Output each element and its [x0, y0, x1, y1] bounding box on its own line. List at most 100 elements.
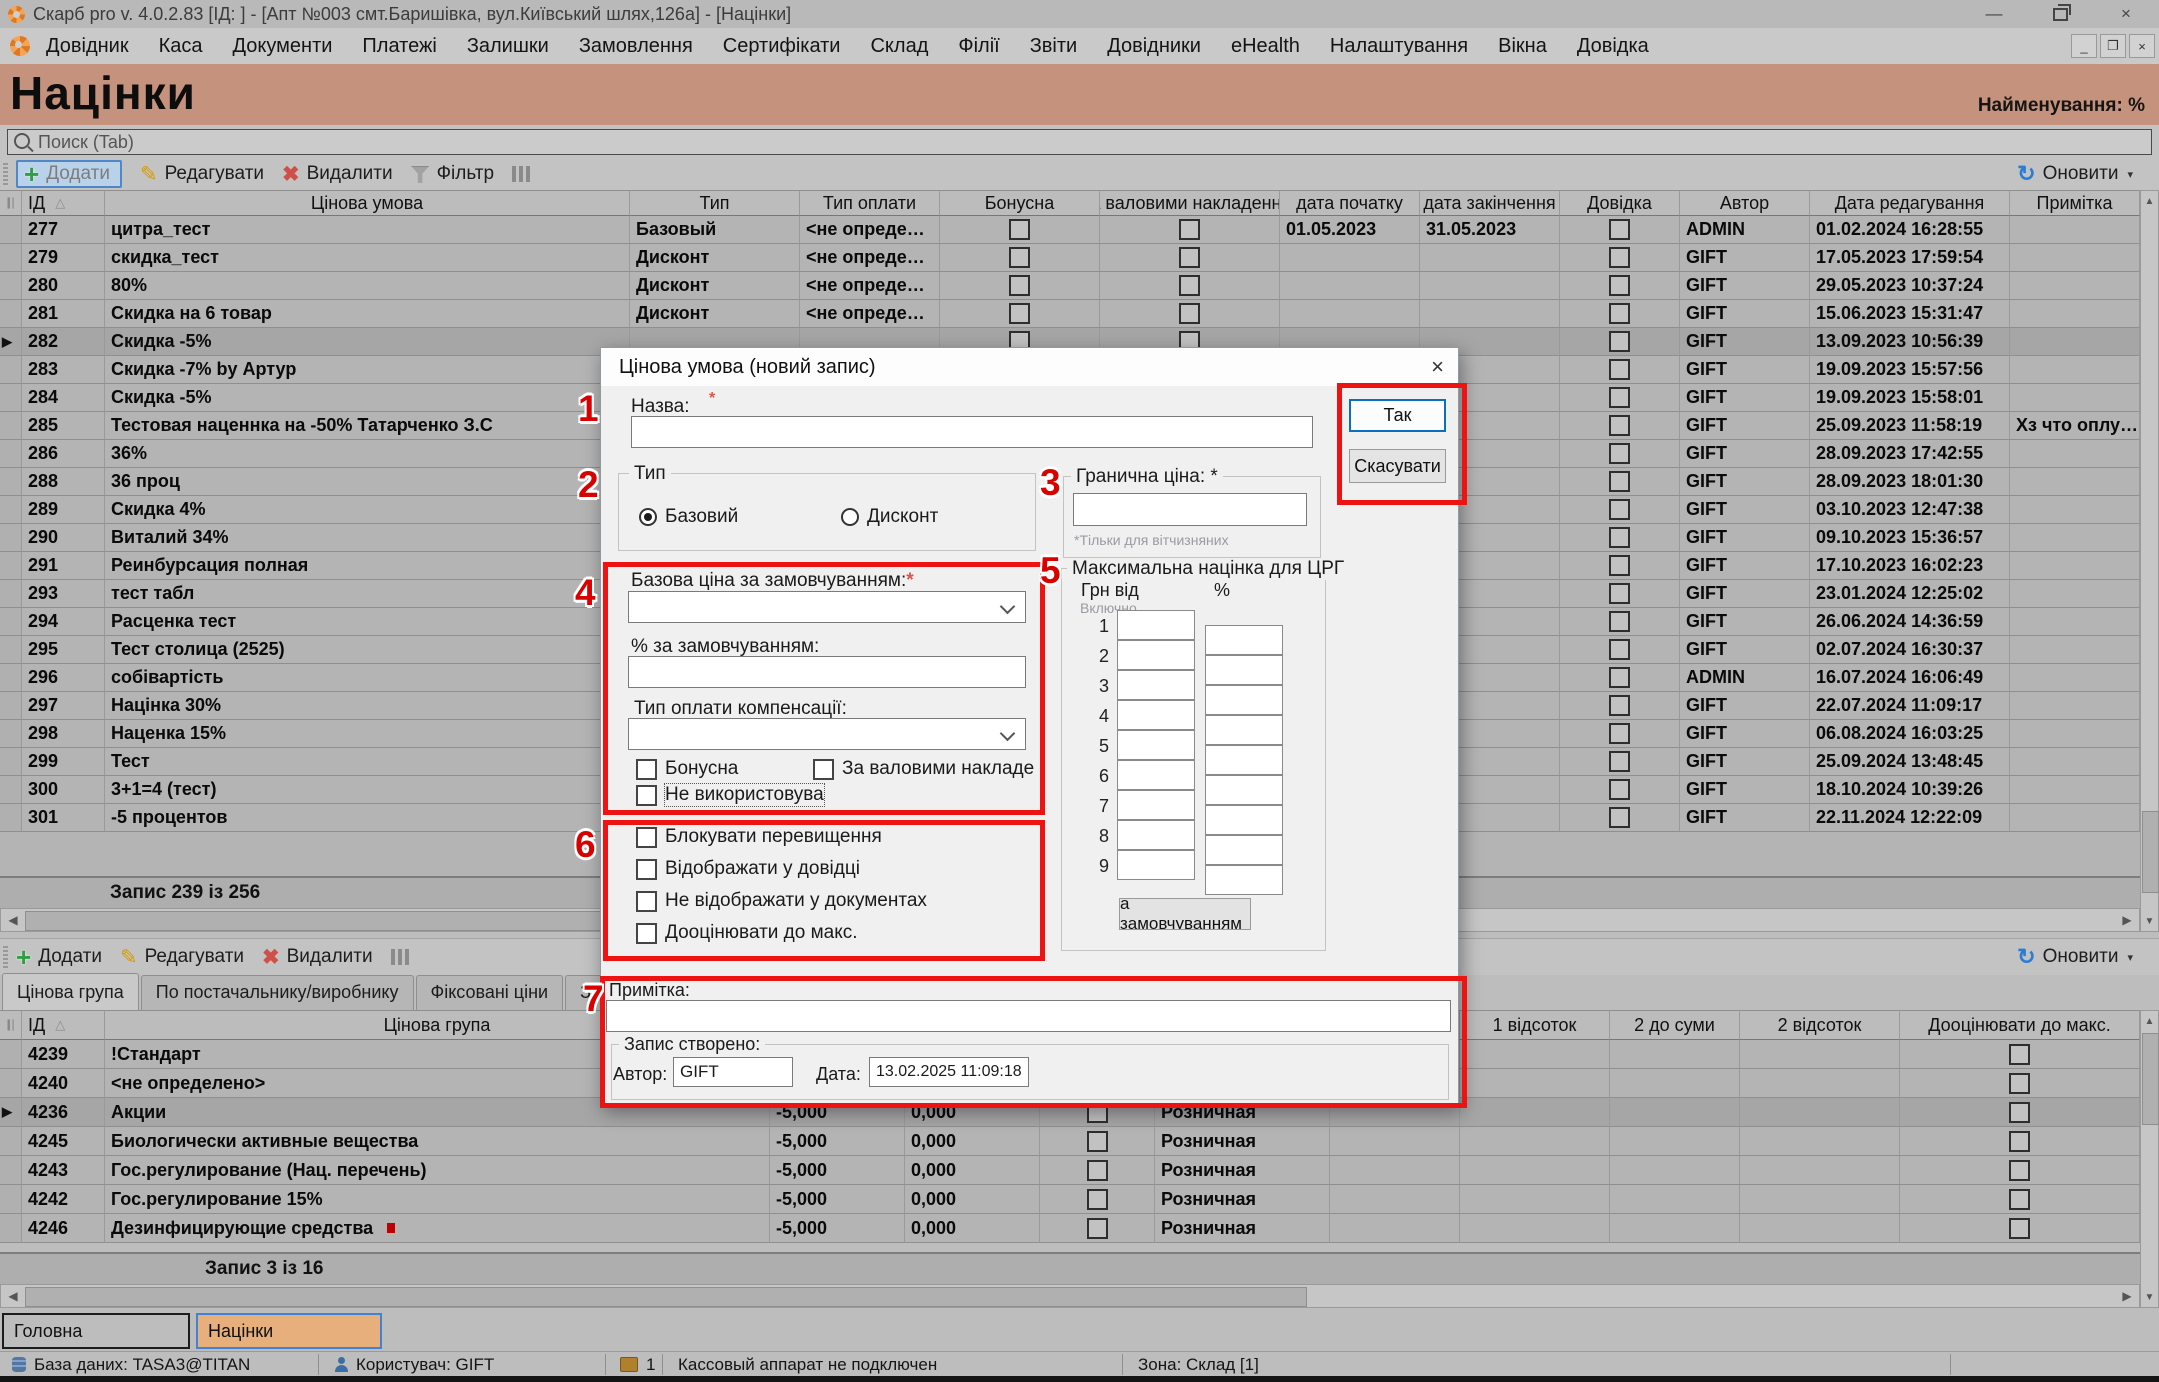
radio-base[interactable]: Базовий	[639, 506, 738, 528]
crg-percent-input[interactable]	[1205, 715, 1283, 745]
radio-discount[interactable]: Дисконт	[841, 506, 938, 528]
checkbox-icon[interactable]	[1609, 807, 1630, 828]
crg-percent-input[interactable]	[1205, 865, 1283, 895]
table-row[interactable]: 281Скидка на 6 товарДисконт<не опреде…GI…	[0, 300, 2140, 328]
column-header[interactable]: 2 відсоток	[1740, 1010, 1900, 1040]
table-row[interactable]: 279скидка_тестДисконт<не опреде…GIFT17.0…	[0, 244, 2140, 272]
menu-item-Довідник[interactable]: Довідник	[46, 35, 129, 58]
scroll-up-icon[interactable]: ▲	[2141, 1012, 2158, 1030]
menu-item-Залишки[interactable]: Залишки	[467, 35, 549, 58]
crg-uah-input[interactable]	[1117, 730, 1195, 760]
crg-percent-input[interactable]	[1205, 655, 1283, 685]
close-button[interactable]: ×	[2093, 0, 2159, 28]
checkbox-icon[interactable]	[1179, 247, 1200, 268]
search-input[interactable]: Поиск (Tab)	[7, 129, 2152, 155]
edit-button[interactable]: ✎ Редагувати	[140, 162, 264, 187]
menu-item-Замовлення[interactable]: Замовлення	[579, 35, 693, 58]
restore-button[interactable]	[2027, 0, 2093, 28]
column-header[interactable]: дата закінчення	[1420, 190, 1560, 216]
checkbox-icon[interactable]	[1609, 611, 1630, 632]
crg-uah-input[interactable]	[1117, 850, 1195, 880]
table-row[interactable]: 4245Биологически активные вещества-5,000…	[0, 1127, 2140, 1156]
lower-tab-2[interactable]: По постачальнику/виробнику	[141, 975, 414, 1010]
checkbox-icon[interactable]	[1009, 247, 1030, 268]
base-price-combo[interactable]	[628, 591, 1026, 623]
crg-percent-input[interactable]	[1205, 805, 1283, 835]
checkbox-icon[interactable]	[1609, 359, 1630, 380]
scroll-left-icon[interactable]: ◀	[3, 911, 23, 929]
menu-item-Довідка[interactable]: Довідка	[1577, 35, 1649, 58]
checkbox-icon[interactable]	[1009, 303, 1030, 324]
checkbox-icon[interactable]	[1609, 583, 1630, 604]
crg-percent-input[interactable]	[1205, 685, 1283, 715]
checkbox-icon[interactable]	[1609, 247, 1630, 268]
table-row[interactable]: 4243Гос.регулирование (Нац. перечень)-5,…	[0, 1156, 2140, 1185]
column-header[interactable]: Автор	[1680, 190, 1810, 216]
lower-edit-button[interactable]: ✎ Редагувати	[120, 945, 244, 970]
lower-refresh-button[interactable]: ↻ Оновити ▾	[2017, 946, 2133, 968]
table-row[interactable]: 4242Гос.регулирование 15%-5,0000,000Розн…	[0, 1185, 2140, 1214]
name-input[interactable]	[631, 416, 1313, 448]
column-header[interactable]: Дата редагування	[1810, 190, 2010, 216]
limit-input[interactable]	[1073, 493, 1307, 526]
columns-icon[interactable]	[512, 166, 530, 182]
checkbox-icon[interactable]	[1609, 499, 1630, 520]
checkbox-icon[interactable]	[1609, 695, 1630, 716]
columns-icon[interactable]	[391, 949, 409, 965]
menu-item-Вікна[interactable]: Вікна	[1498, 35, 1547, 58]
menu-item-Документи[interactable]: Документи	[233, 35, 333, 58]
crg-percent-input[interactable]	[1205, 775, 1283, 805]
checkbox-icon[interactable]	[2009, 1218, 2030, 1239]
ok-button[interactable]: Так	[1349, 399, 1446, 432]
scroll-up-icon[interactable]: ▲	[2141, 192, 2158, 210]
menu-item-Звіти[interactable]: Звіти	[1030, 35, 1077, 58]
checkbox-icon[interactable]	[1609, 527, 1630, 548]
show-in-reference-checkbox[interactable]: Відображати у довідці	[636, 858, 860, 880]
menu-item-Склад[interactable]: Склад	[870, 35, 928, 58]
add-button[interactable]: + Додати	[16, 160, 122, 188]
column-header[interactable]: Бонусна	[940, 190, 1100, 216]
crg-uah-input[interactable]	[1117, 700, 1195, 730]
scroll-down-icon[interactable]: ▼	[2141, 912, 2158, 930]
checkbox-icon[interactable]	[1609, 387, 1630, 408]
author-input[interactable]: GIFT	[673, 1057, 793, 1087]
lower-add-button[interactable]: + Додати	[16, 946, 102, 968]
checkbox-icon[interactable]	[1009, 275, 1030, 296]
crg-uah-input[interactable]	[1117, 760, 1195, 790]
gross-checkbox[interactable]: За валовими накладенням	[813, 758, 1035, 780]
filter-button[interactable]: Фільтр	[411, 163, 494, 185]
column-header[interactable]: 2 до суми	[1610, 1010, 1740, 1040]
block-exceed-checkbox[interactable]: Блокувати перевищення	[636, 826, 882, 848]
checkbox-icon[interactable]	[1009, 219, 1030, 240]
lower-vertical-scrollbar[interactable]: ▲ ▼	[2140, 1010, 2159, 1308]
column-header[interactable]: Дооцінювати до макс.	[1900, 1010, 2140, 1040]
menu-item-Довідники[interactable]: Довідники	[1107, 35, 1201, 58]
default-percent-input[interactable]	[628, 656, 1026, 688]
lower-tab-3[interactable]: Фіксовані ціни	[416, 975, 564, 1010]
menu-item-eHealth[interactable]: eHealth	[1231, 35, 1300, 58]
checkbox-icon[interactable]	[1609, 275, 1630, 296]
date-input[interactable]: 13.02.2025 11:09:18	[869, 1057, 1029, 1087]
table-row[interactable]: 28080%Дисконт<не опреде…GIFT29.05.2023 1…	[0, 272, 2140, 300]
checkbox-icon[interactable]	[1609, 667, 1630, 688]
refresh-button[interactable]: ↻ Оновити ▾	[2017, 163, 2133, 185]
scroll-right-icon[interactable]: ▶	[2117, 911, 2137, 929]
crg-percent-input[interactable]	[1205, 625, 1283, 655]
checkbox-icon[interactable]	[1609, 639, 1630, 660]
checkbox-icon[interactable]	[2009, 1102, 2030, 1123]
column-header[interactable]: 1 відсоток	[1460, 1010, 1610, 1040]
mdi-close-button[interactable]: ×	[2129, 34, 2155, 58]
menu-item-Платежі[interactable]: Платежі	[362, 35, 436, 58]
crg-uah-input[interactable]	[1117, 610, 1195, 640]
checkbox-icon[interactable]	[1087, 1189, 1108, 1210]
crg-percent-input[interactable]	[1205, 835, 1283, 865]
menu-item-Налаштування[interactable]: Налаштування	[1330, 35, 1468, 58]
bonus-checkbox[interactable]: Бонусна	[636, 758, 738, 780]
crg-uah-input[interactable]	[1117, 820, 1195, 850]
checkbox-icon[interactable]	[2009, 1160, 2030, 1181]
checkbox-icon[interactable]	[1609, 555, 1630, 576]
checkbox-icon[interactable]	[1609, 415, 1630, 436]
compensation-combo[interactable]	[628, 718, 1026, 750]
column-header[interactable]: Довідка	[1560, 190, 1680, 216]
column-header[interactable]: Цінова умова	[105, 190, 630, 216]
